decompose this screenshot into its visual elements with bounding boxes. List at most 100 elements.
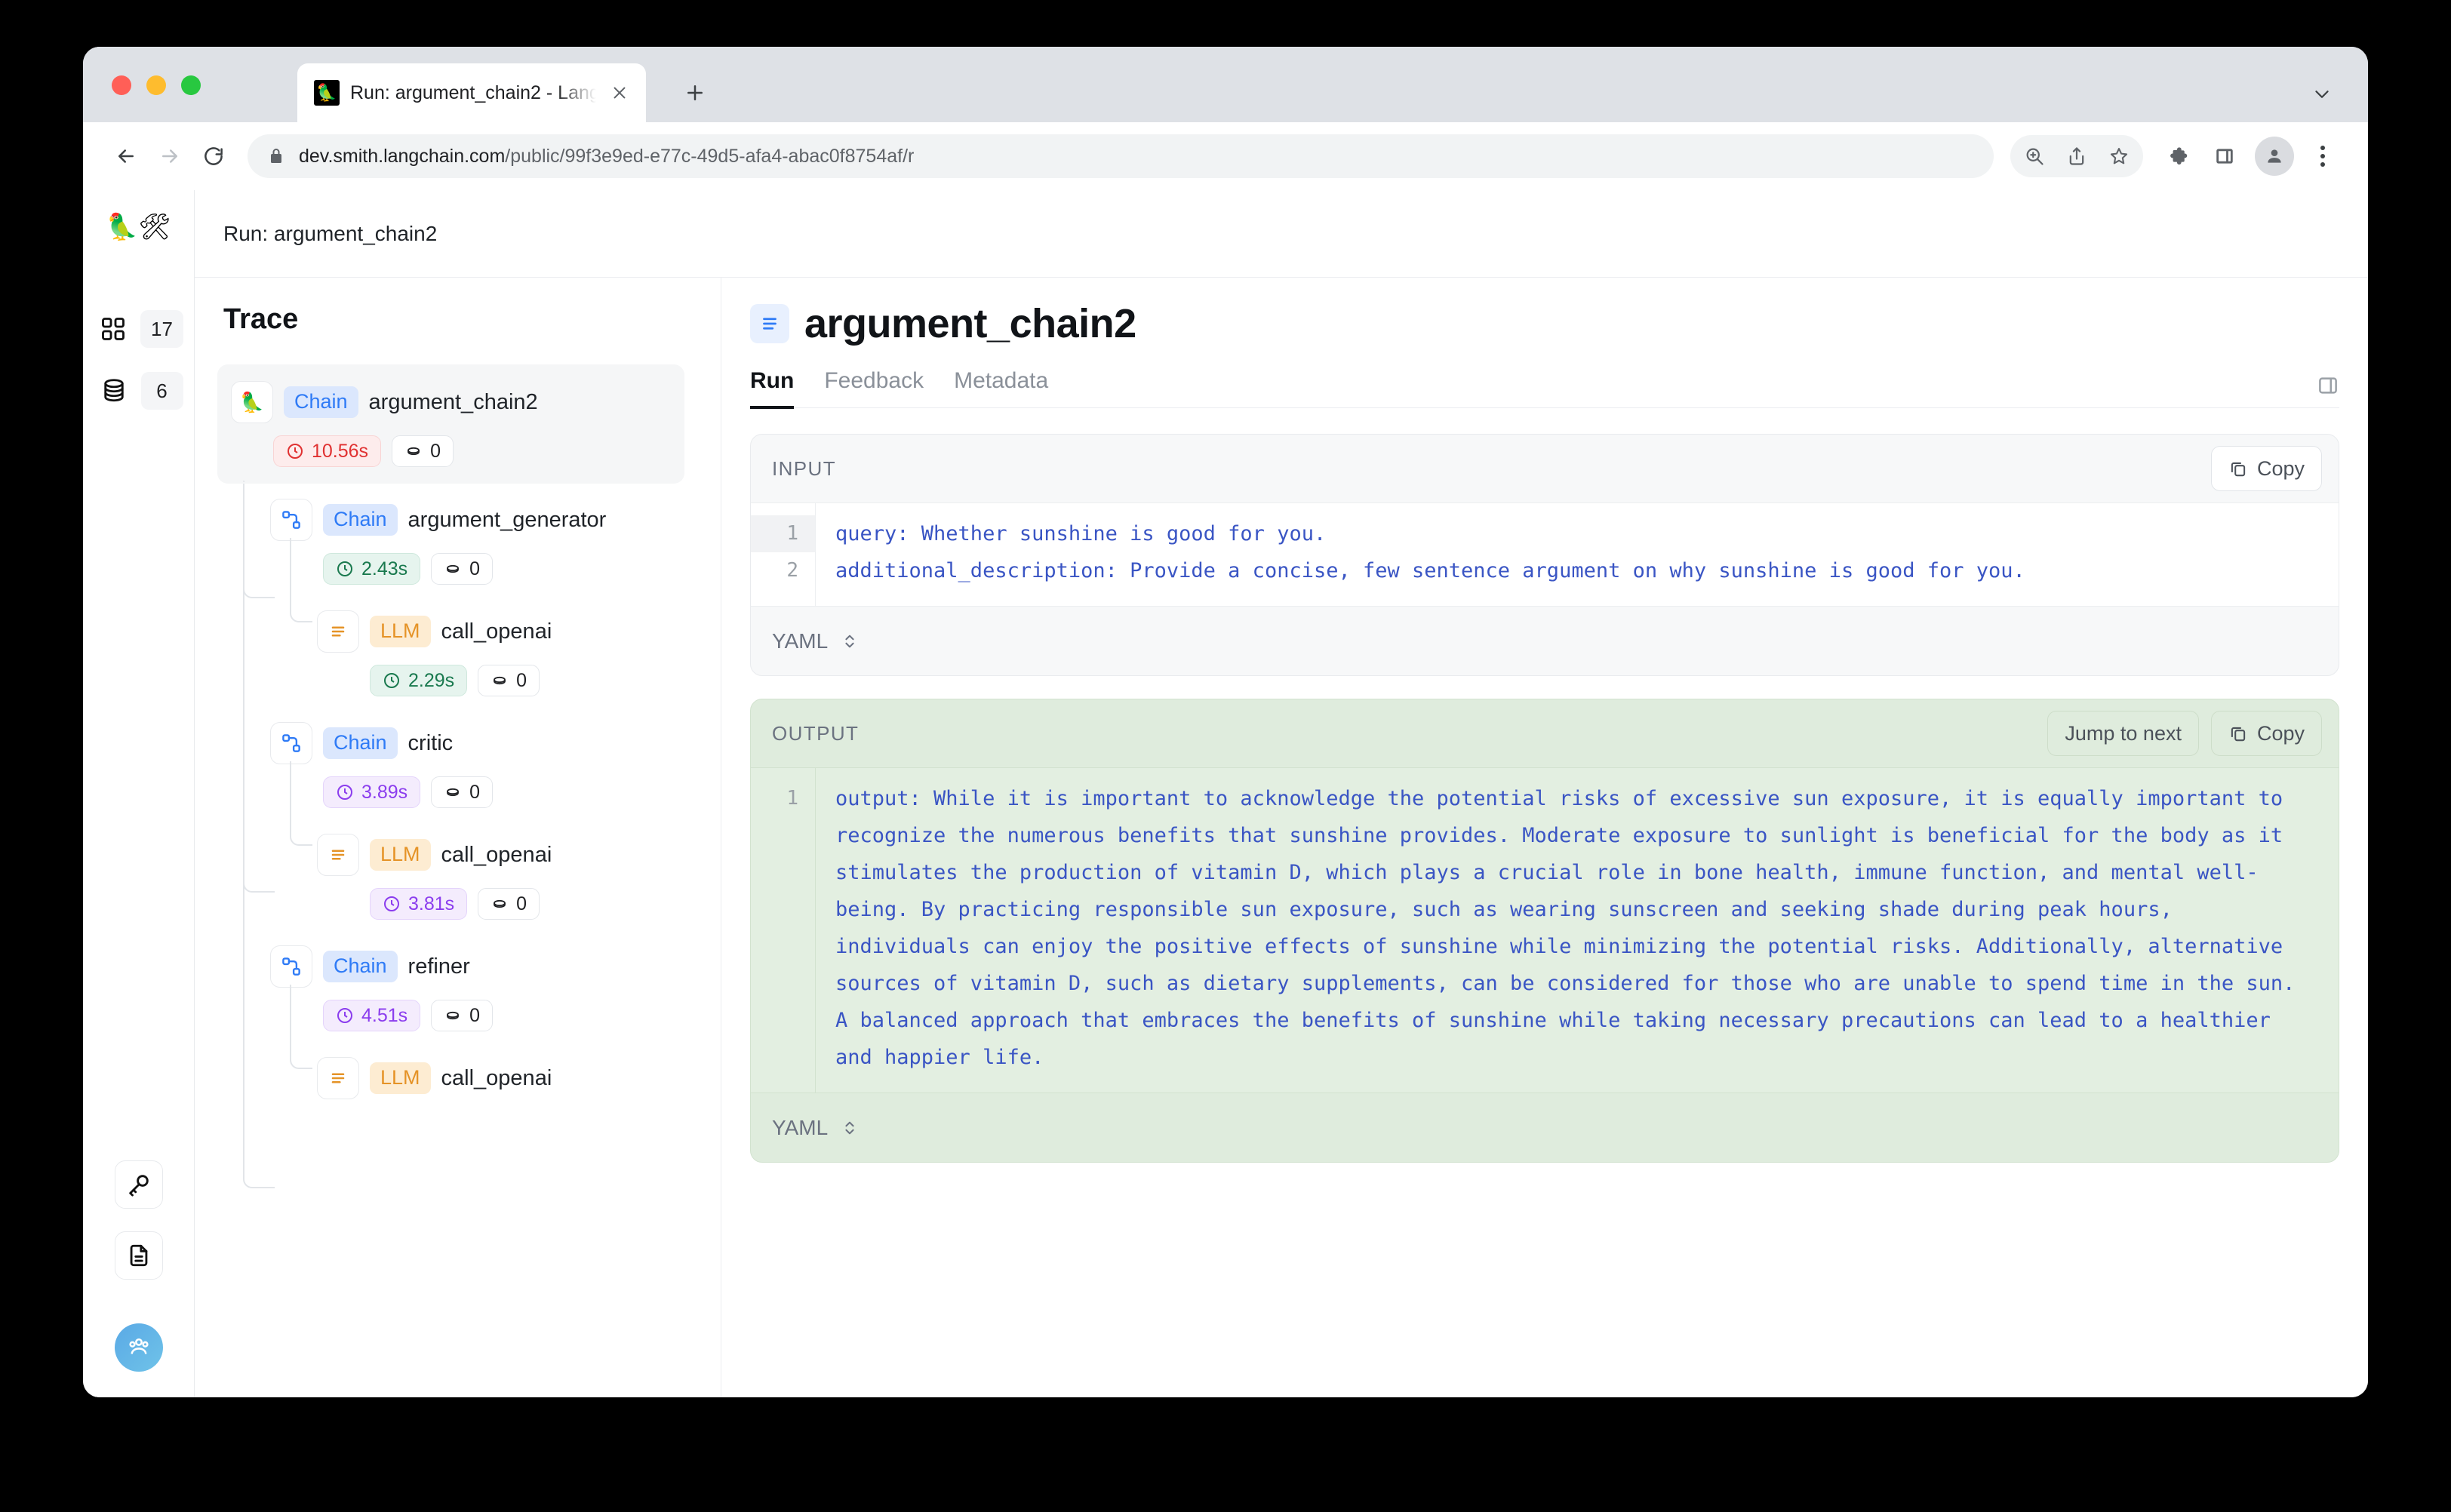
window-traffic-lights bbox=[112, 75, 201, 95]
node-type-badge: Chain bbox=[323, 504, 398, 536]
node-name: argument_generator bbox=[408, 508, 607, 533]
duration-value: 2.29s bbox=[408, 669, 454, 692]
input-code-block[interactable]: 1 2 query: Whether sunshine is good for … bbox=[751, 502, 2339, 606]
reload-icon[interactable] bbox=[192, 134, 235, 178]
trace-panel: Trace 🦜 Chain argument_chain2 bbox=[195, 278, 721, 1397]
database-icon bbox=[94, 371, 134, 410]
duration-badge: 10.56s bbox=[273, 435, 381, 467]
input-line-1: query: Whether sunshine is good for you. bbox=[835, 522, 1326, 545]
trace-node-critic[interactable]: Chain critic 3.89s 0 bbox=[270, 711, 692, 819]
datasets-count: 6 bbox=[141, 372, 183, 410]
right-panel-toggle-icon[interactable] bbox=[2317, 374, 2339, 397]
page-title: argument_chain2 bbox=[804, 300, 1136, 347]
address-bar[interactable]: dev.smith.langchain.com/public/99f3e9ed-… bbox=[248, 134, 1994, 178]
maximize-window-button[interactable] bbox=[181, 75, 201, 95]
back-arrow-icon[interactable] bbox=[104, 134, 148, 178]
detail-tabs: Run Feedback Metadata bbox=[750, 368, 2339, 408]
io-sections: INPUT Copy bbox=[750, 434, 2339, 1397]
output-code-block[interactable]: 1 output: While it is important to ackno… bbox=[751, 767, 2339, 1093]
token-badge: 0 bbox=[431, 553, 493, 585]
browser-tab[interactable]: 🦜 Run: argument_chain2 - LangSmith bbox=[297, 63, 646, 122]
omnibox-actions-group bbox=[2010, 135, 2143, 177]
new-tab-icon[interactable] bbox=[676, 74, 714, 112]
llm-icon bbox=[317, 610, 359, 653]
url-path: /public/99f3e9ed-e77c-49d5-afa4-abac0f87… bbox=[505, 146, 914, 167]
node-type-badge: Chain bbox=[323, 727, 398, 759]
duration-badge: 3.81s bbox=[370, 888, 467, 920]
browser-tabstrip: 🦜 Run: argument_chain2 - LangSmith bbox=[83, 47, 2368, 122]
close-icon[interactable] bbox=[607, 80, 632, 106]
trace-node-call-openai-2[interactable]: LLM call_openai 3.81s 0 bbox=[317, 823, 692, 930]
parrot-icon: 🦜 bbox=[231, 381, 273, 423]
zoom-in-icon[interactable] bbox=[2013, 135, 2056, 177]
tab-metadata[interactable]: Metadata bbox=[954, 368, 1048, 409]
node-name: refiner bbox=[408, 954, 470, 979]
chevron-updown-icon[interactable] bbox=[841, 1117, 858, 1139]
browser-toolbar: dev.smith.langchain.com/public/99f3e9ed-… bbox=[83, 122, 2368, 190]
output-format-row[interactable]: YAML bbox=[751, 1093, 2339, 1162]
close-window-button[interactable] bbox=[112, 75, 131, 95]
breadcrumb-bar: Run: argument_chain2 bbox=[195, 190, 2368, 278]
chevron-down-icon[interactable] bbox=[2311, 83, 2333, 106]
app-sidebar: 🦜🛠 17 6 bbox=[83, 190, 195, 1397]
extensions-puzzle-icon[interactable] bbox=[2157, 135, 2199, 177]
duration-value: 2.43s bbox=[361, 558, 407, 580]
document-icon[interactable] bbox=[115, 1231, 163, 1280]
key-icon[interactable] bbox=[115, 1160, 163, 1209]
node-name: call_openai bbox=[441, 843, 552, 868]
chrome-menu-icon[interactable] bbox=[2303, 137, 2342, 176]
node-name: call_openai bbox=[441, 619, 552, 644]
output-code-text: output: While it is important to acknowl… bbox=[816, 768, 2339, 1093]
node-name: call_openai bbox=[441, 1066, 552, 1091]
jump-to-next-button[interactable]: Jump to next bbox=[2047, 711, 2199, 756]
trace-node-argument-generator[interactable]: Chain argument_generator 2.43s bbox=[270, 488, 692, 595]
tab-feedback[interactable]: Feedback bbox=[824, 368, 924, 409]
output-copy-button[interactable]: Copy bbox=[2211, 711, 2322, 756]
copy-icon bbox=[2228, 724, 2248, 743]
trace-node-refiner[interactable]: Chain refiner 4.51s 0 bbox=[270, 935, 692, 1042]
side-panel-icon[interactable] bbox=[2203, 135, 2246, 177]
users-group-icon[interactable] bbox=[115, 1323, 163, 1372]
input-format-row[interactable]: YAML bbox=[751, 606, 2339, 675]
forward-arrow-icon[interactable] bbox=[148, 134, 192, 178]
input-copy-button[interactable]: Copy bbox=[2211, 446, 2322, 491]
line-number: 2 bbox=[751, 552, 815, 589]
output-format-label: YAML bbox=[772, 1116, 828, 1140]
trace-node-call-openai-3[interactable]: LLM call_openai bbox=[317, 1046, 692, 1110]
trace-node-call-openai-1[interactable]: LLM call_openai 2.29s 0 bbox=[317, 600, 692, 707]
sidebar-item-datasets[interactable]: 6 bbox=[94, 371, 183, 410]
trace-heading: Trace bbox=[223, 303, 692, 336]
toolbar-icons bbox=[2010, 135, 2342, 177]
langchain-logo[interactable]: 🦜🛠 bbox=[106, 214, 171, 240]
profile-avatar-icon[interactable] bbox=[2255, 137, 2294, 176]
bookmark-star-icon[interactable] bbox=[2098, 135, 2140, 177]
minimize-window-button[interactable] bbox=[146, 75, 166, 95]
node-type-badge: LLM bbox=[370, 616, 431, 647]
input-copy-label: Copy bbox=[2257, 457, 2305, 481]
browser-window: 🦜 Run: argument_chain2 - LangSmith bbox=[83, 47, 2368, 1397]
sidebar-item-projects[interactable]: 17 bbox=[94, 309, 183, 349]
input-card: INPUT Copy bbox=[750, 434, 2339, 676]
token-value: 0 bbox=[516, 669, 527, 692]
output-line-numbers: 1 bbox=[751, 768, 816, 1093]
tab-run[interactable]: Run bbox=[750, 368, 794, 409]
breadcrumb: Run: argument_chain2 bbox=[223, 222, 437, 246]
node-name: argument_chain2 bbox=[369, 390, 538, 415]
duration-value: 3.89s bbox=[361, 781, 407, 804]
input-line-numbers: 1 2 bbox=[751, 503, 816, 606]
share-icon[interactable] bbox=[2056, 135, 2098, 177]
duration-value: 10.56s bbox=[312, 440, 368, 463]
url-text: dev.smith.langchain.com/public/99f3e9ed-… bbox=[299, 146, 914, 167]
token-value: 0 bbox=[469, 781, 480, 804]
trace-node-root[interactable]: 🦜 Chain argument_chain2 10.56s bbox=[217, 364, 684, 484]
duration-badge: 3.89s bbox=[323, 776, 420, 808]
line-number: 1 bbox=[751, 515, 815, 552]
token-badge: 0 bbox=[392, 435, 454, 467]
node-name: critic bbox=[408, 731, 454, 756]
sidebar-bottom-actions bbox=[83, 1160, 194, 1372]
node-type-badge: Chain bbox=[323, 951, 398, 982]
copy-icon bbox=[2228, 459, 2248, 478]
token-value: 0 bbox=[469, 1004, 480, 1027]
chevron-updown-icon[interactable] bbox=[841, 630, 858, 653]
duration-badge: 2.43s bbox=[323, 553, 420, 585]
